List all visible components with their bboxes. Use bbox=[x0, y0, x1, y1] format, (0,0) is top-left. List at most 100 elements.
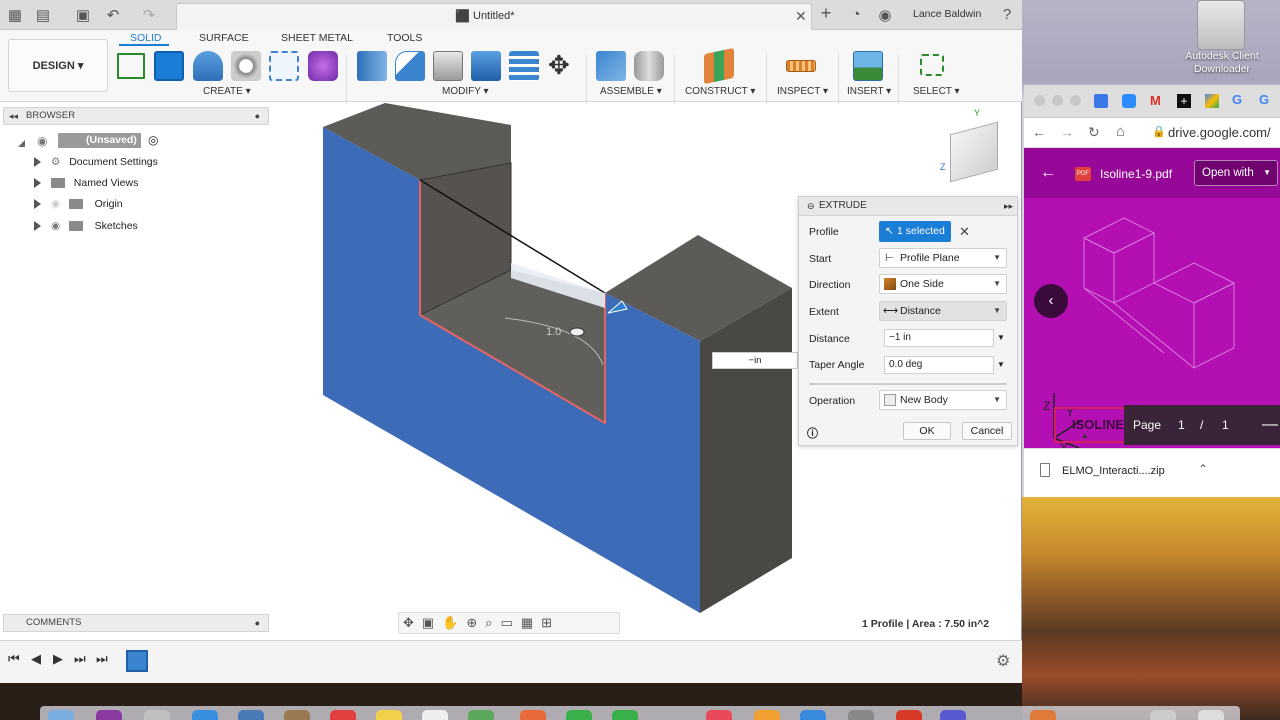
undo-icon[interactable]: ↶ bbox=[104, 6, 122, 24]
shell-icon[interactable] bbox=[433, 51, 463, 81]
pan-icon[interactable]: ✋ bbox=[442, 615, 466, 630]
browser-item-named-views[interactable]: Named Views bbox=[34, 175, 138, 191]
expand-icon[interactable] bbox=[34, 221, 41, 232]
inspect-menu[interactable]: INSPECT ▾ bbox=[777, 86, 828, 97]
display-settings-icon[interactable]: ▭ bbox=[501, 615, 521, 630]
file-icon[interactable]: ▤ bbox=[34, 6, 52, 24]
document-tab[interactable]: ⬛ Untitled* ✕ bbox=[176, 3, 812, 30]
gmail-tab-icon[interactable]: M bbox=[1150, 93, 1161, 108]
start-dropdown[interactable]: ⊢ Profile Plane ▼ bbox=[879, 248, 1007, 268]
root-component[interactable]: (Unsaved) bbox=[58, 133, 141, 148]
distance-input-hint[interactable]: −in bbox=[712, 352, 798, 369]
window-zoom-icon[interactable] bbox=[1070, 95, 1081, 106]
select-menu[interactable]: SELECT ▾ bbox=[913, 86, 960, 97]
mail-icon[interactable] bbox=[238, 710, 264, 720]
insert-image-icon[interactable] bbox=[853, 51, 883, 81]
calendar-icon[interactable] bbox=[330, 710, 356, 720]
split-body-icon[interactable] bbox=[509, 51, 539, 81]
measure-icon[interactable] bbox=[786, 60, 816, 72]
modify-menu[interactable]: MODIFY ▾ bbox=[442, 86, 489, 97]
cancel-button[interactable]: Cancel bbox=[962, 422, 1012, 440]
extrude-dialog-header[interactable]: ⊖ EXTRUDE ▸▸ bbox=[799, 197, 1017, 216]
ok-button[interactable]: OK bbox=[903, 422, 951, 440]
launchpad-icon[interactable] bbox=[144, 710, 170, 720]
back-icon[interactable]: ← bbox=[1032, 124, 1046, 140]
forward-icon[interactable]: → bbox=[1060, 124, 1074, 140]
press-pull-icon[interactable] bbox=[357, 51, 387, 81]
step-back-icon[interactable]: ◀ bbox=[31, 651, 41, 667]
activate-icon[interactable]: ◎ bbox=[148, 133, 158, 147]
hole-icon[interactable] bbox=[231, 51, 261, 81]
distance-input[interactable]: −1 in bbox=[884, 329, 994, 347]
google-tab-icon[interactable]: G bbox=[1232, 92, 1242, 107]
step-forward-icon[interactable]: ⏭ bbox=[74, 651, 86, 667]
tab-solid[interactable]: SOLID bbox=[130, 32, 162, 44]
extent-dropdown[interactable]: ⟷ Distance ▼ bbox=[879, 301, 1007, 321]
finder-icon[interactable] bbox=[48, 710, 74, 720]
app-store-icon[interactable] bbox=[800, 710, 826, 720]
expand-icon[interactable] bbox=[34, 178, 41, 189]
close-tab-icon[interactable]: ✕ bbox=[795, 8, 807, 25]
messages-icon[interactable] bbox=[566, 710, 592, 720]
previous-page-button[interactable]: ‹ bbox=[1034, 284, 1068, 318]
music-icon[interactable] bbox=[706, 710, 732, 720]
visibility-off-icon[interactable]: ◉ bbox=[51, 198, 60, 210]
reload-icon[interactable]: ↻ bbox=[1088, 124, 1100, 141]
calendar-tab-icon[interactable] bbox=[1094, 94, 1108, 108]
fusion-dock-icon[interactable] bbox=[1030, 710, 1056, 720]
chevron-up-icon[interactable]: ⌃ bbox=[1198, 462, 1208, 476]
timeline-settings-icon[interactable]: ⚙ bbox=[996, 651, 1010, 671]
zoom-icon[interactable]: ⊕ bbox=[466, 615, 485, 630]
new-tab-icon[interactable]: + bbox=[817, 3, 835, 24]
url-field[interactable]: drive.google.com/ bbox=[1168, 125, 1271, 140]
select-icon[interactable] bbox=[920, 54, 944, 76]
help-icon[interactable]: ? bbox=[998, 6, 1016, 23]
home-icon[interactable]: ⌂ bbox=[1116, 123, 1125, 140]
photos-icon[interactable] bbox=[520, 710, 546, 720]
download-file-name[interactable]: ELMO_Interacti....zip bbox=[1062, 465, 1165, 477]
safari-icon[interactable] bbox=[192, 710, 218, 720]
comments-panel[interactable]: COMMENTS ● bbox=[3, 614, 269, 632]
visibility-icon[interactable]: ◉ bbox=[37, 134, 47, 148]
fit-icon[interactable]: ⌕ bbox=[485, 615, 500, 630]
open-with-button[interactable]: Open with ▼ bbox=[1194, 160, 1278, 186]
window-minimize-icon[interactable] bbox=[1052, 95, 1063, 106]
revolve-icon[interactable] bbox=[193, 51, 223, 81]
siri-icon[interactable] bbox=[96, 710, 122, 720]
chevron-down-icon[interactable]: ▼ bbox=[997, 333, 1005, 342]
notes-icon[interactable] bbox=[376, 710, 402, 720]
contacts-icon[interactable] bbox=[284, 710, 310, 720]
move-icon[interactable]: ✥ bbox=[548, 50, 570, 81]
chrome-icon[interactable] bbox=[896, 710, 922, 720]
direction-dropdown[interactable]: One Side ▼ bbox=[879, 274, 1007, 294]
dialog-close-icon[interactable]: ⊖ bbox=[807, 197, 815, 215]
zoom-tab-icon[interactable] bbox=[1122, 94, 1136, 108]
profile-selection-button[interactable]: ↖ 1 selected bbox=[879, 221, 951, 242]
browser-item-origin[interactable]: ◉ Origin bbox=[34, 196, 123, 212]
offset-plane-icon[interactable] bbox=[704, 47, 734, 85]
window-close-icon[interactable] bbox=[1034, 95, 1045, 106]
look-at-icon[interactable]: ▣ bbox=[422, 615, 442, 630]
joint-icon[interactable] bbox=[634, 51, 664, 81]
tab-surface[interactable]: SURFACE bbox=[199, 32, 249, 44]
grid-icon[interactable]: ▦ bbox=[521, 615, 541, 630]
expand-dialog-icon[interactable]: ▸▸ bbox=[1004, 197, 1013, 215]
redo-icon[interactable]: ↷ bbox=[140, 6, 158, 24]
job-status-icon[interactable]: ◔ bbox=[847, 6, 865, 23]
create-sketch-icon[interactable] bbox=[117, 53, 145, 79]
google-tab-icon-2[interactable]: G bbox=[1259, 92, 1269, 107]
collapse-icon[interactable]: ◂◂ bbox=[9, 108, 18, 124]
insert-menu[interactable]: INSERT ▾ bbox=[847, 86, 891, 97]
books-icon[interactable] bbox=[754, 710, 780, 720]
workspace-switcher-button[interactable]: DESIGN ▾ bbox=[8, 39, 108, 92]
new-tab-plus-icon[interactable]: + bbox=[1177, 94, 1191, 108]
visibility-icon[interactable]: ◉ bbox=[51, 220, 60, 232]
trash-icon[interactable] bbox=[1198, 710, 1224, 720]
browser-item-document-settings[interactable]: ⚙ Document Settings bbox=[34, 154, 158, 170]
go-to-start-icon[interactable]: ⏮ bbox=[8, 651, 20, 667]
clear-selection-icon[interactable]: ✕ bbox=[959, 224, 970, 240]
pin-icon[interactable]: ● bbox=[255, 108, 260, 124]
facetime-icon[interactable] bbox=[612, 710, 638, 720]
zoom-out-icon[interactable]: — bbox=[1262, 405, 1278, 445]
fillet-icon[interactable] bbox=[395, 51, 425, 81]
